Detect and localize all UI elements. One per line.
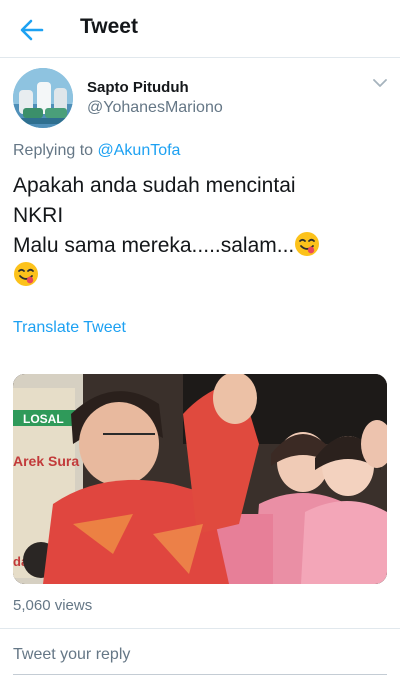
author-handle[interactable]: @YohanesMariono (87, 99, 223, 117)
tweet-text: Apakah anda sudah mencintai NKRI Malu sa… (13, 171, 383, 291)
svg-text:LOSAL: LOSAL (23, 412, 64, 426)
tweet-video[interactable]: LOSAL Arek Sura da Ta (13, 374, 387, 584)
more-options-button[interactable] (371, 76, 389, 90)
replying-to: Replying to @AkunTofa (13, 142, 180, 160)
replying-to-label: Replying to (13, 142, 98, 159)
tweet-line (13, 261, 383, 291)
page-title: Tweet (80, 15, 138, 38)
translate-tweet-link[interactable]: Translate Tweet (13, 319, 126, 337)
back-button[interactable] (18, 16, 46, 44)
reply-mention-link[interactable]: @AkunTofa (98, 142, 181, 159)
chevron-down-icon (373, 79, 387, 87)
divider (0, 628, 400, 629)
author-name[interactable]: Sapto Pituduh (87, 79, 189, 96)
avatar[interactable] (13, 68, 73, 128)
face-savoring-food-emoji (14, 262, 38, 286)
reply-input-underline (13, 674, 387, 675)
tweet-line: Apakah anda sudah mencintai (13, 174, 296, 197)
view-count: 5,060 views (13, 597, 93, 614)
video-thumbnail: LOSAL Arek Sura da Ta (13, 374, 387, 584)
app-header: Tweet (0, 0, 400, 58)
face-savoring-food-emoji (295, 232, 320, 256)
tweet-line: NKRI (13, 204, 64, 227)
avatar-image (13, 68, 73, 128)
tweet-line: Malu sama mereka.....salam... (13, 231, 383, 261)
arrow-left-icon (20, 19, 44, 41)
reply-input[interactable]: Tweet your reply (13, 646, 130, 664)
svg-text:Arek Sura: Arek Sura (13, 453, 79, 469)
